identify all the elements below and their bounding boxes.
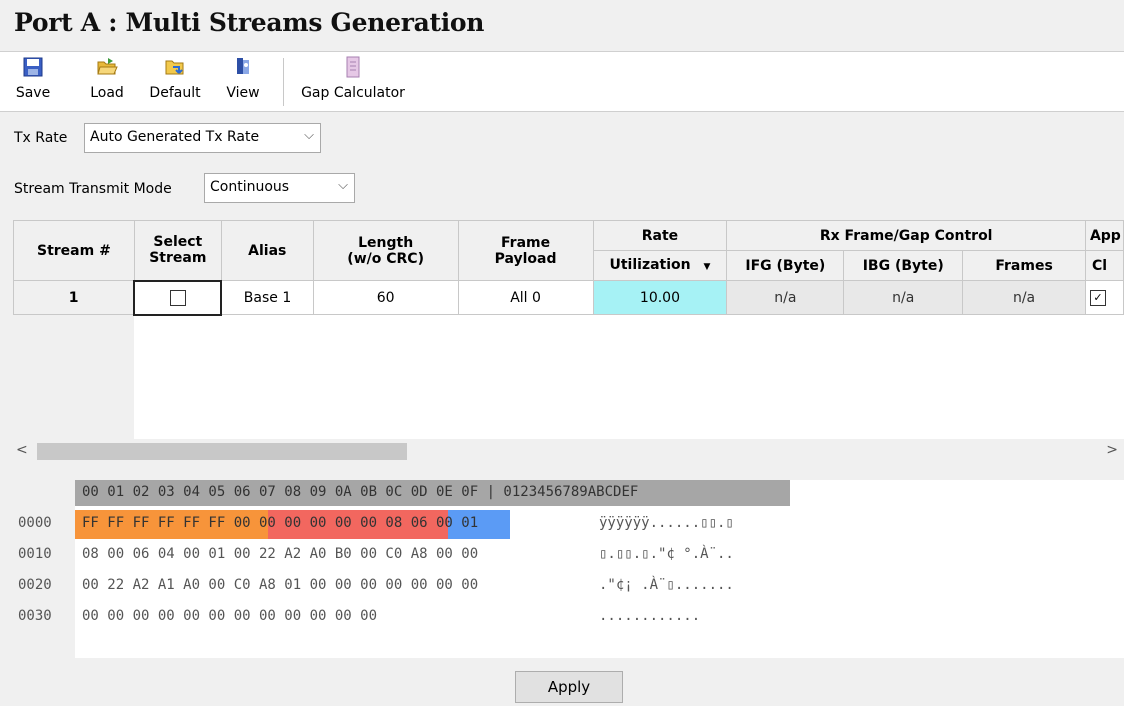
- save-button[interactable]: Save: [14, 56, 52, 108]
- scrollbar-thumb[interactable]: [37, 443, 407, 460]
- transmit-mode-select[interactable]: Continuous ⌵: [204, 173, 355, 203]
- header-cl: Cl: [1084, 250, 1124, 281]
- header-app: App: [1084, 220, 1124, 251]
- header-utilization[interactable]: Utilization ▼: [592, 250, 728, 281]
- chevron-down-icon: ⌵: [338, 178, 348, 193]
- save-label: Save: [15, 85, 51, 101]
- stream-table: Stream # Select Stream Alias Length (w/o…: [13, 220, 1124, 316]
- header-rate: Rate: [592, 220, 728, 251]
- header-rx-gap-control: Rx Frame/Gap Control: [726, 220, 1086, 251]
- view-button[interactable]: View: [222, 56, 264, 108]
- hex-bytes[interactable]: 08 00 06 04 00 01 00 22 A2 A0 B0 00 C0 A…: [82, 546, 478, 562]
- hex-ascii: ."¢¡ .À¨▯.......: [599, 577, 734, 593]
- frames-cell: n/a: [962, 280, 1086, 315]
- tx-rate-value: Auto Generated Tx Rate: [90, 129, 260, 145]
- header-alias: Alias: [220, 220, 314, 281]
- page-title: Port A : Multi Streams Generation: [14, 8, 485, 37]
- transmit-mode-label: Stream Transmit Mode: [14, 181, 172, 197]
- header-length: Length (w/o CRC): [312, 220, 459, 281]
- hex-ascii: ............: [599, 608, 701, 624]
- toolbar: Save Load Default View Gap Calculator: [0, 52, 1124, 112]
- apply-checkbox-cell[interactable]: ✓: [1084, 280, 1124, 315]
- horizontal-scrollbar[interactable]: < >: [13, 440, 1124, 464]
- hex-ascii: ÿÿÿÿÿÿ......▯▯.▯: [599, 515, 734, 531]
- gap-calculator-label: Gap Calculator: [301, 85, 405, 101]
- hex-offset: 0030: [18, 608, 52, 624]
- chevron-down-icon: ⌵: [304, 128, 314, 143]
- stream-number-cell: 1: [13, 280, 135, 315]
- default-button[interactable]: Default: [146, 56, 204, 108]
- header-ibg: IBG (Byte): [843, 250, 964, 281]
- hex-offset: 0020: [18, 577, 52, 593]
- header-stream-number: Stream #: [13, 220, 135, 281]
- toolbar-separator: [283, 58, 284, 106]
- apply-button[interactable]: Apply: [515, 671, 623, 703]
- select-stream-checkbox[interactable]: [169, 289, 186, 306]
- header-frame-payload: Frame Payload: [457, 220, 594, 281]
- payload-cell[interactable]: All 0: [457, 280, 594, 315]
- header-utilization-label: Utilization: [609, 256, 691, 273]
- table-row: 1 Base 1 60 All 0 10.00 n/a n/a n/a ✓: [13, 279, 1124, 316]
- transmit-mode-value: Continuous: [210, 179, 290, 195]
- utilization-cell[interactable]: 10.00: [592, 280, 728, 315]
- hex-offset: 0000: [18, 515, 52, 531]
- tx-rate-label: Tx Rate: [14, 130, 68, 146]
- hex-bytes[interactable]: 00 22 A2 A1 A0 00 C0 A8 01 00 00 00 00 0…: [82, 577, 478, 593]
- view-label: View: [226, 85, 260, 101]
- scroll-right-arrow-icon[interactable]: >: [1106, 442, 1118, 458]
- hex-offset: 0010: [18, 546, 52, 562]
- save-icon: [23, 57, 43, 77]
- hex-ascii: ▯.▯▯.▯."¢ °.À¨..: [599, 546, 734, 562]
- hex-dump-panel: [75, 480, 1124, 658]
- load-label: Load: [90, 85, 124, 101]
- ibg-cell: n/a: [843, 280, 964, 315]
- tx-rate-select[interactable]: Auto Generated Tx Rate ⌵: [84, 123, 321, 153]
- ifg-cell: n/a: [726, 280, 845, 315]
- view-icon: [237, 58, 249, 74]
- default-icon: [165, 60, 184, 75]
- chevron-down-icon: ▼: [703, 261, 711, 272]
- gap-calculator-button[interactable]: Gap Calculator: [294, 56, 412, 108]
- hex-bytes[interactable]: FF FF FF FF FF FF 00 00 00 00 00 00 08 0…: [82, 515, 478, 531]
- header-frames: Frames: [962, 250, 1086, 281]
- hex-header-text: 00 01 02 03 04 05 06 07 08 09 0A 0B 0C 0…: [82, 484, 639, 500]
- hex-bytes[interactable]: 00 00 00 00 00 00 00 00 00 00 00 00: [82, 608, 377, 624]
- load-button[interactable]: Load: [86, 56, 128, 108]
- alias-cell[interactable]: Base 1: [220, 280, 314, 315]
- select-stream-cell[interactable]: [133, 279, 223, 316]
- header-ifg: IFG (Byte): [726, 250, 845, 281]
- default-label: Default: [149, 85, 201, 101]
- gap-calculator-icon: [346, 56, 360, 78]
- header-select-stream: Select Stream: [133, 220, 222, 281]
- load-folder-icon: [97, 58, 118, 75]
- length-cell[interactable]: 60: [312, 280, 459, 315]
- scroll-left-arrow-icon[interactable]: <: [16, 442, 28, 458]
- row-header-column: [13, 314, 134, 439]
- apply-checkbox[interactable]: ✓: [1089, 289, 1106, 306]
